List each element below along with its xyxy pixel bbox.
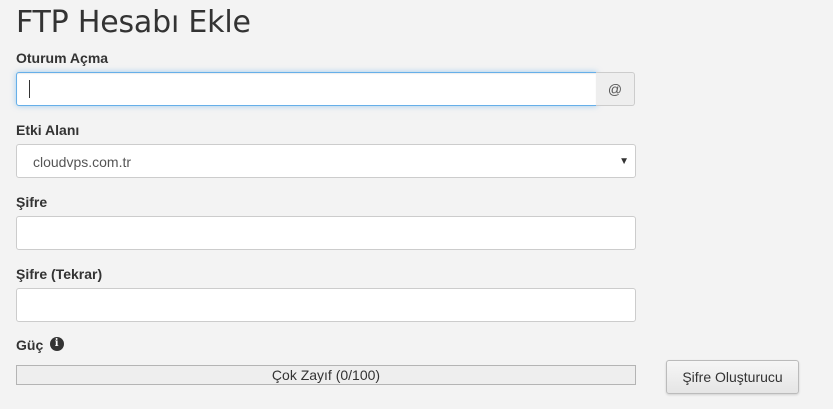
strength-label: Güç <box>16 337 44 353</box>
domain-select[interactable]: cloudvps.com.tr ▼ <box>16 144 636 178</box>
password-generator-button[interactable]: Şifre Oluşturucu <box>666 360 799 394</box>
domain-selected-value: cloudvps.com.tr <box>33 154 132 170</box>
password-repeat-input[interactable] <box>16 288 636 322</box>
password-repeat-label: Şifre (Tekrar) <box>16 266 103 282</box>
login-input[interactable] <box>16 72 597 106</box>
login-input-group: @ <box>16 72 635 106</box>
text-cursor <box>29 80 30 98</box>
at-sign-addon: @ <box>596 72 635 106</box>
login-label: Oturum Açma <box>16 50 109 66</box>
domain-label: Etki Alanı <box>16 122 80 138</box>
strength-text: Çok Zayıf (0/100) <box>271 367 381 383</box>
info-circle-icon[interactable]: i <box>49 337 64 351</box>
password-strength-meter: Çok Zayıf (0/100) <box>16 365 636 385</box>
password-label: Şifre <box>16 194 48 210</box>
password-input[interactable] <box>16 216 636 250</box>
strength-label-row: Güç i <box>16 336 64 356</box>
add-ftp-account-form: FTP Hesabı Ekle Oturum Açma @ Etki Alanı… <box>0 0 833 409</box>
dropdown-arrow-icon: ▼ <box>619 156 629 167</box>
page-title: FTP Hesabı Ekle <box>16 5 251 40</box>
